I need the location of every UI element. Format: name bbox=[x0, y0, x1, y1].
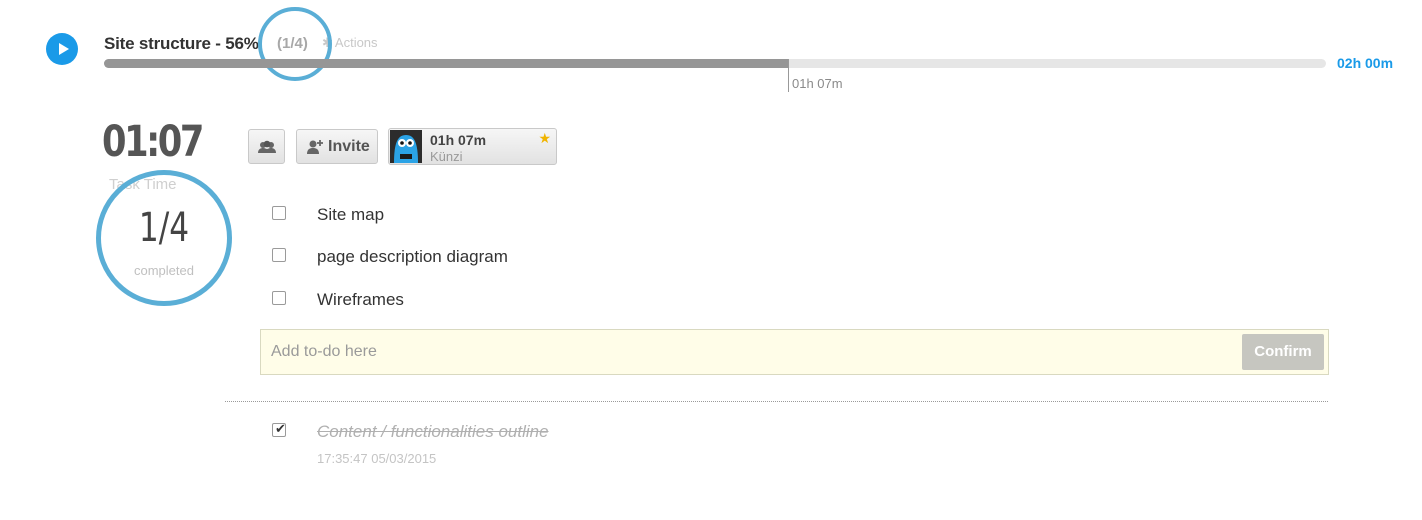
member-time: 01h 07m bbox=[430, 132, 487, 148]
completed-todo-date: 17:35:47 05/03/2015 bbox=[317, 451, 437, 466]
actions-menu[interactable]: ✱ Actions bbox=[322, 35, 378, 51]
todo-label: Wireframes bbox=[317, 290, 404, 309]
task-timer: 01:07 bbox=[102, 117, 204, 167]
progress-fill bbox=[104, 59, 788, 68]
team-icon bbox=[258, 140, 276, 153]
play-icon bbox=[59, 43, 69, 55]
completed-todo-checkbox[interactable]: ✔ bbox=[272, 421, 286, 437]
completed-todo-label: Content / functionalities outline bbox=[317, 422, 549, 441]
add-user-icon bbox=[307, 140, 323, 154]
invite-label: Invite bbox=[328, 138, 370, 155]
todo-checkbox[interactable] bbox=[272, 206, 286, 220]
invite-button[interactable]: Invite bbox=[296, 129, 378, 164]
task-panel: Site structure - 56% (1/4) ✱ Actions 01h … bbox=[0, 0, 1422, 520]
progress-bar bbox=[104, 59, 1326, 68]
completion-label: completed bbox=[134, 263, 194, 278]
avatar-icon bbox=[390, 130, 422, 163]
progress-total: 02h 00m bbox=[1337, 55, 1394, 71]
progress-marker bbox=[788, 59, 789, 92]
progress-elapsed: 01h 07m bbox=[792, 76, 843, 91]
star-icon: ★ bbox=[538, 130, 551, 146]
todo-label: Site map bbox=[317, 205, 385, 224]
avatar bbox=[390, 130, 422, 163]
todo-label: page description diagram bbox=[317, 247, 508, 266]
gear-icon: ✱ bbox=[322, 35, 333, 50]
confirm-button[interactable]: Confirm bbox=[1242, 334, 1324, 370]
completion-ratio: 1/4 bbox=[138, 205, 190, 251]
completion-circle: 1/4 completed bbox=[96, 170, 232, 306]
team-button[interactable] bbox=[248, 129, 285, 164]
todo-checkbox[interactable] bbox=[272, 291, 286, 305]
play-button[interactable] bbox=[46, 33, 78, 65]
divider bbox=[225, 401, 1328, 402]
add-todo-row: Confirm bbox=[260, 329, 1329, 375]
member-name: Künzi bbox=[430, 149, 463, 164]
todo-checkbox[interactable] bbox=[272, 248, 286, 262]
add-todo-input[interactable] bbox=[261, 330, 1241, 374]
member-card[interactable]: 01h 07m Künzi ★ bbox=[388, 128, 557, 165]
actions-label: Actions bbox=[334, 35, 378, 50]
task-title: Site structure - 56% bbox=[104, 34, 259, 53]
task-count: (1/4) bbox=[277, 35, 308, 52]
checkmark-icon: ✔ bbox=[275, 421, 286, 436]
